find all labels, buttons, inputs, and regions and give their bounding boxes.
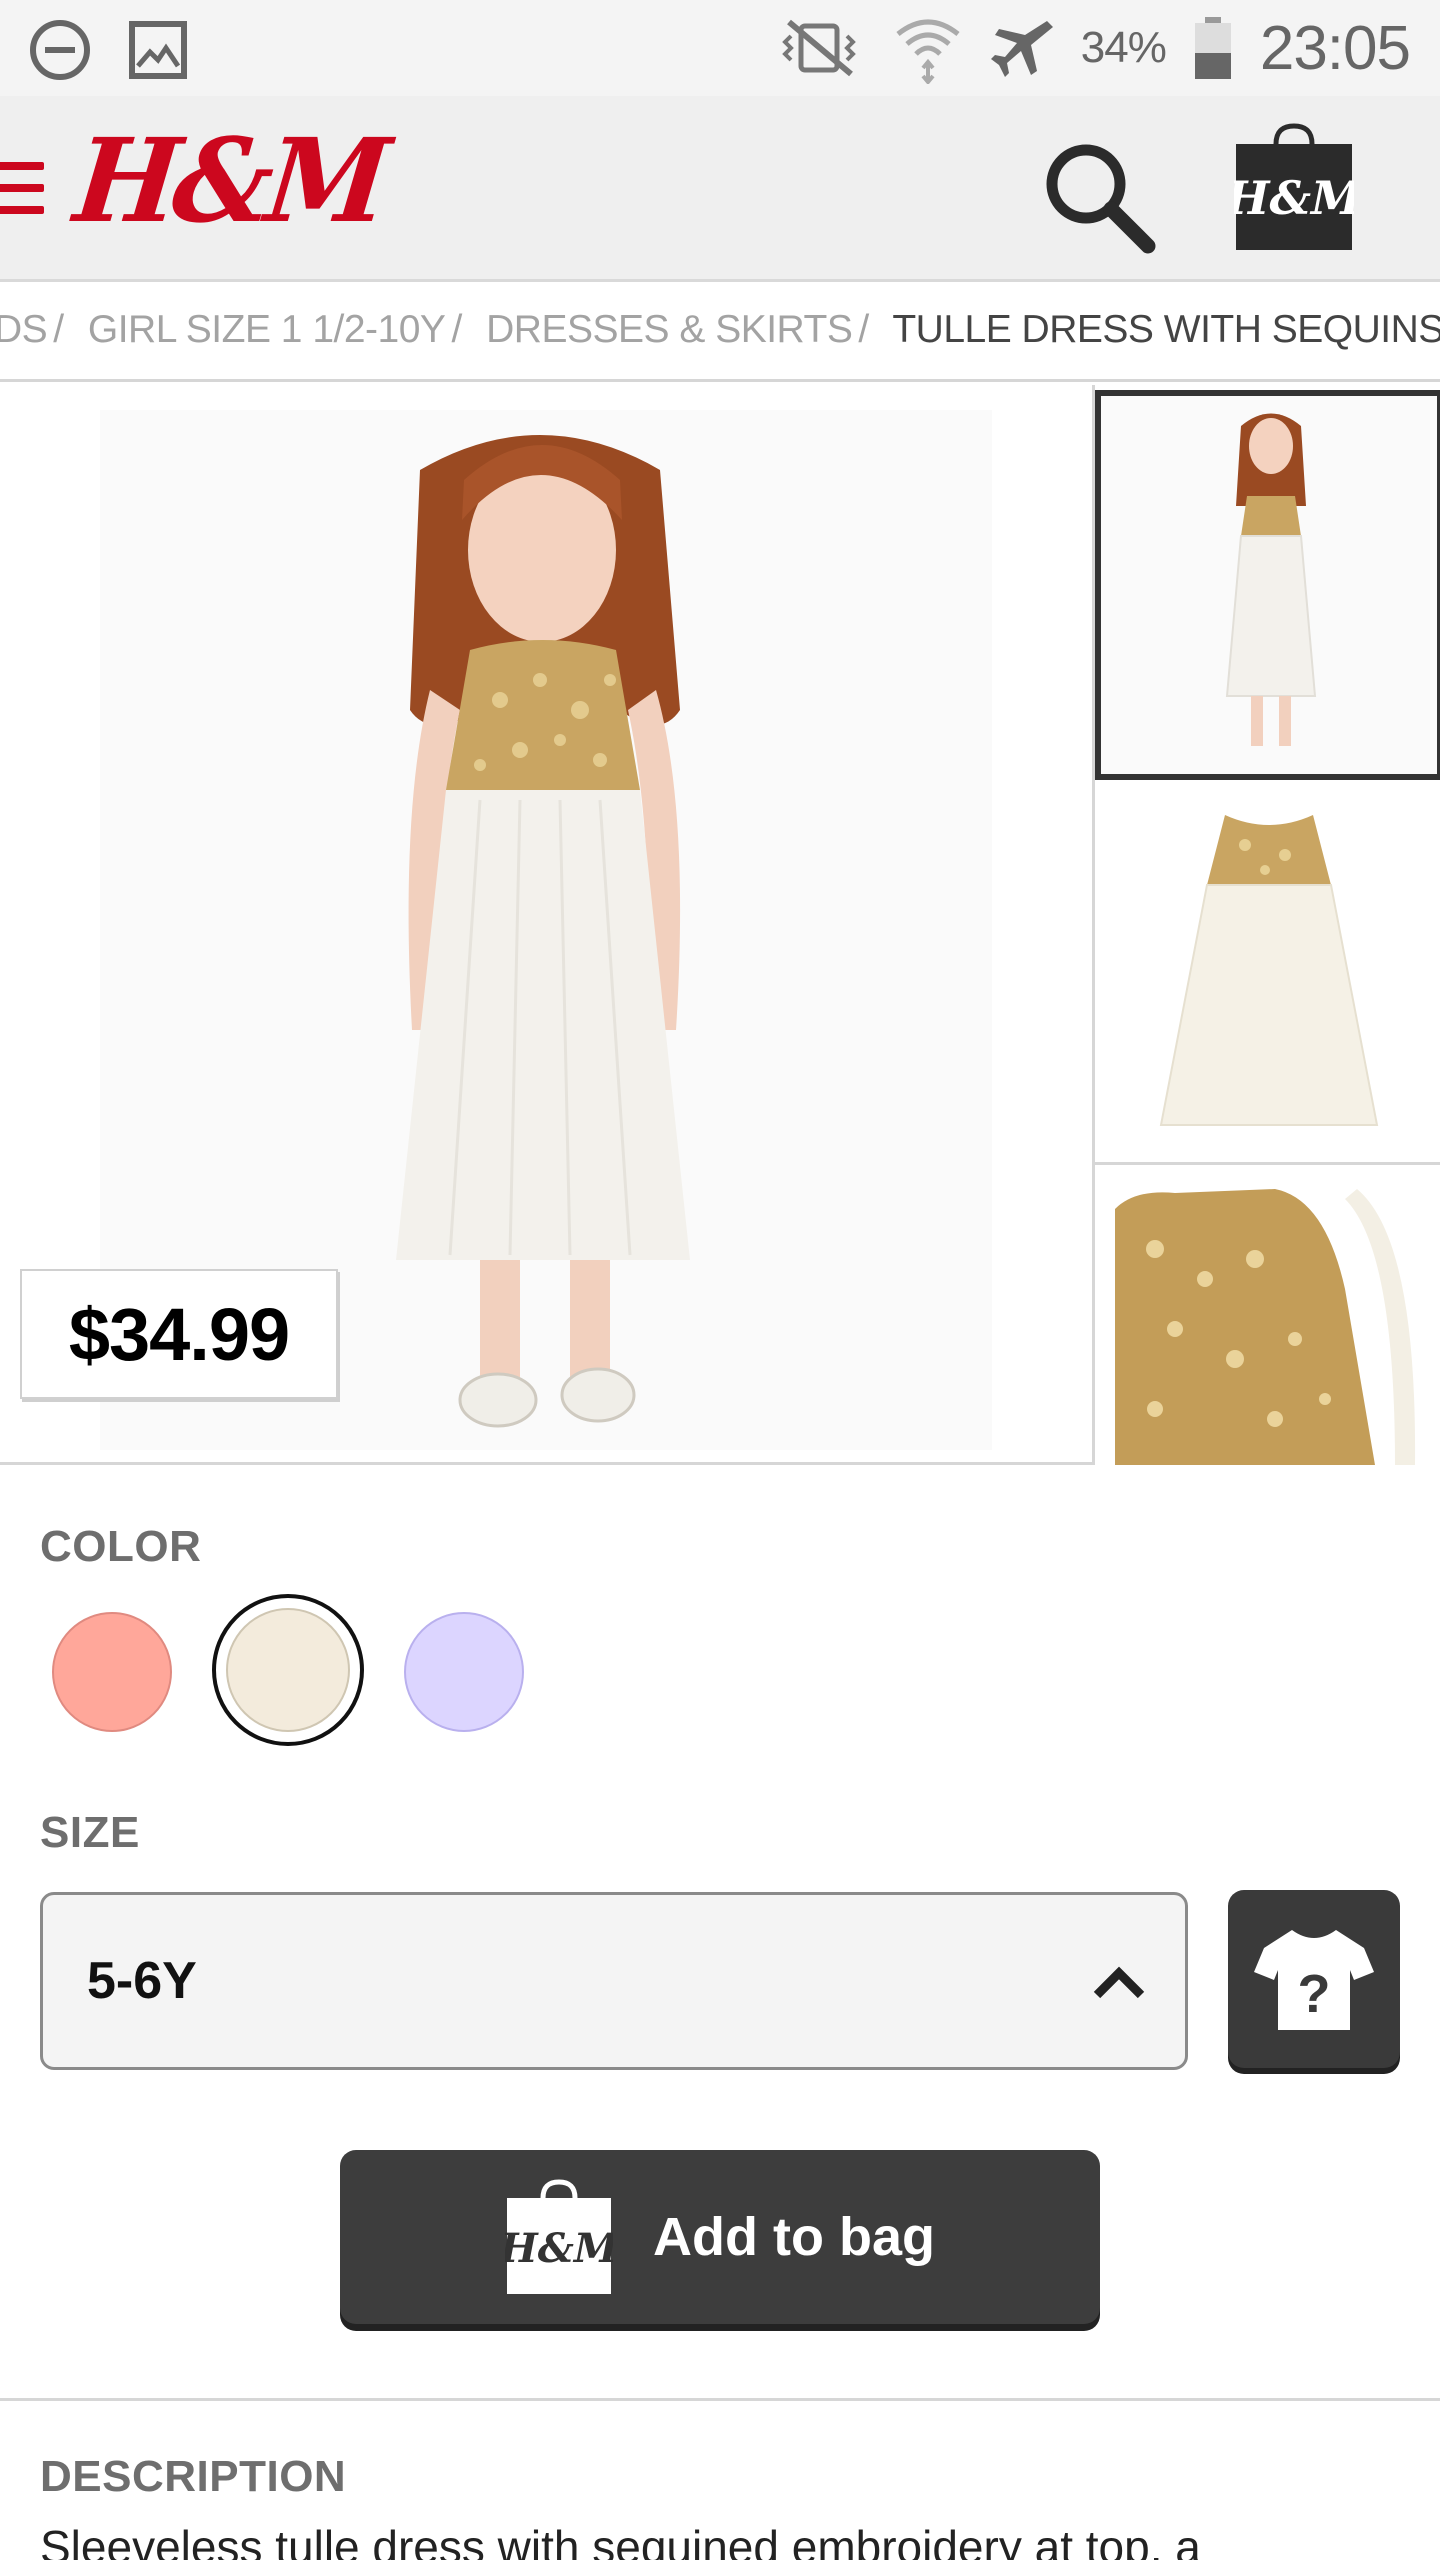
color-swatch-cream-selected[interactable] [212, 1594, 364, 1746]
breadcrumb-separator: / [451, 308, 462, 351]
tshirt-question-icon: ? [1254, 1930, 1374, 2030]
chevron-up-icon [1093, 1966, 1145, 1999]
size-label: SIZE [40, 1808, 140, 1857]
svg-text:?: ? [1298, 1964, 1331, 2024]
shopping-bag-icon: H&M [505, 2179, 613, 2294]
battery-icon [1194, 17, 1231, 79]
brand-logo[interactable]: H&M [69, 113, 390, 248]
color-swatch-coral[interactable] [52, 1612, 172, 1732]
vibrate-icon [781, 19, 856, 77]
breadcrumb-separator: / [858, 308, 869, 351]
wifi-icon [896, 19, 960, 84]
breadcrumb-current: TULLE DRESS WITH SEQUINS [892, 308, 1440, 351]
status-bar-right: 34% 23:05 [771, 8, 1411, 88]
bag-logo-text: H&M [1234, 171, 1354, 225]
thumbnail-1-selected[interactable] [1095, 390, 1440, 780]
breadcrumb: DS/ GIRL SIZE 1 1/2-10Y/ DRESSES & SKIRT… [0, 282, 1440, 382]
thumbnail-2[interactable] [1095, 785, 1440, 1165]
add-bag-logo-text: H&M [505, 2225, 613, 2272]
hamburger-menu-icon[interactable] [0, 162, 44, 214]
product-price: $34.99 [68, 1292, 290, 1376]
thumbnail-3[interactable] [1095, 1169, 1440, 1465]
status-bar-left [28, 18, 188, 82]
price-tag: $34.99 [20, 1269, 338, 1399]
airplane-icon [990, 21, 1053, 77]
description-label: DESCRIPTION [40, 2452, 347, 2501]
breadcrumb-separator: / [53, 308, 64, 351]
color-swatch-lilac[interactable] [404, 1612, 524, 1732]
size-select[interactable]: 5-6Y [40, 1892, 1188, 2070]
breadcrumb-item-kids[interactable]: DS [0, 308, 48, 351]
add-to-bag-button[interactable]: H&M Add to bag [340, 2150, 1100, 2324]
app-header: H&M H&M [0, 96, 1440, 282]
status-bar: 34% 23:05 [0, 0, 1440, 96]
section-divider [0, 2398, 1440, 2401]
image-icon [129, 21, 187, 79]
clock: 23:05 [1259, 13, 1411, 83]
shopping-bag-icon[interactable]: H&M [1234, 122, 1354, 252]
product-gallery: $34.99 [0, 385, 1440, 1465]
search-icon[interactable] [1036, 134, 1160, 258]
breadcrumb-item-girl-size[interactable]: GIRL SIZE 1 1/2-10Y [88, 308, 446, 351]
battery-percent: 34% [1080, 23, 1167, 72]
size-selected-value: 5-6Y [87, 1952, 197, 2010]
do-not-disturb-icon [30, 20, 90, 80]
thumbnail-list [1092, 385, 1440, 1465]
add-to-bag-label: Add to bag [653, 2207, 935, 2267]
size-guide-button[interactable]: ? [1228, 1890, 1400, 2068]
breadcrumb-item-dresses-skirts[interactable]: DRESSES & SKIRTS [486, 308, 853, 351]
description-text: Sleeveless tulle dress with sequined emb… [40, 2521, 1201, 2560]
color-label: COLOR [40, 1522, 202, 1571]
